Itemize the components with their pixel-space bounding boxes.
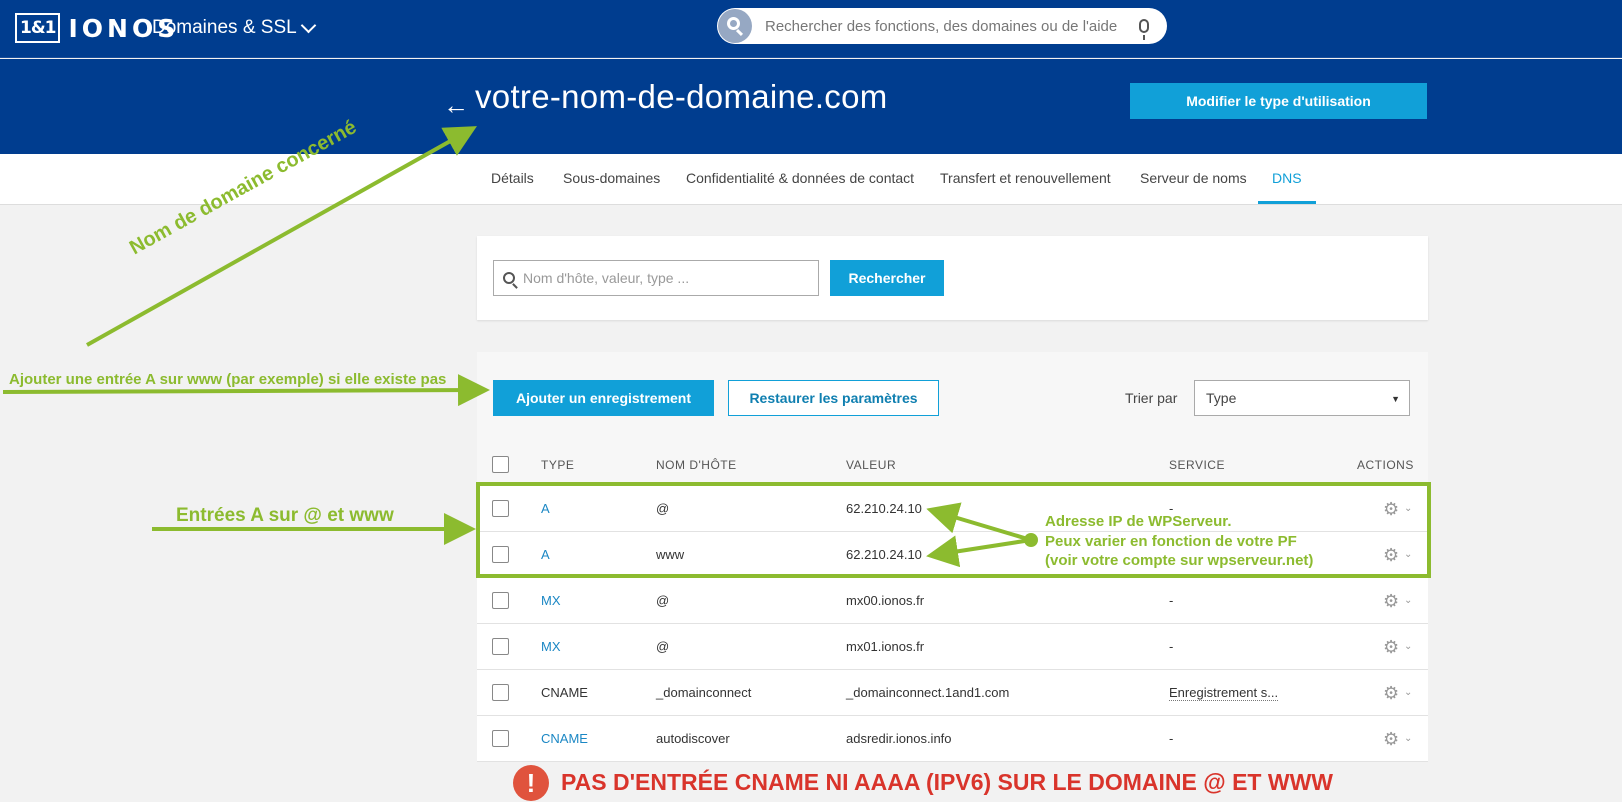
record-hostname: @ [656,639,670,654]
record-value: mx00.ionos.fr [846,593,925,608]
row-checkbox[interactable] [492,730,509,747]
search-icon [503,272,515,284]
caret-down-icon: ▼ [1391,394,1400,404]
gear-icon[interactable]: ⚙ [1383,729,1399,750]
logo-box: 1&1 [15,13,61,43]
tab-details[interactable]: Détails [491,170,534,204]
chevron-down-icon[interactable]: ⌄ [1404,641,1412,652]
annotation-ip-line-2: Peux varier en fonction de votre PF [1045,533,1297,550]
modify-usage-button[interactable]: Modifier le type d'utilisation [1130,83,1427,119]
global-search-placeholder: Rechercher des fonctions, des domaines o… [765,17,1118,35]
host-search-field[interactable] [493,260,819,296]
tab-transfer-renewal[interactable]: Transfert et renouvellement [940,170,1111,204]
column-hostname: NOM D'HÔTE [656,458,737,472]
record-type-link[interactable]: MX [541,639,561,654]
chevron-down-icon[interactable]: ⌄ [1404,595,1412,606]
warning-icon: ! [513,765,549,801]
top-navigation: 1&1 IONOS Domaines & SSL Rechercher des … [0,0,1622,58]
search-icon[interactable] [718,9,752,43]
select-all-checkbox[interactable] [492,456,509,473]
microphone-icon[interactable] [1139,19,1149,40]
arrow-add [2,374,490,407]
row-checkbox[interactable] [492,684,509,701]
record-hostname: autodiscover [656,731,730,746]
chevron-down-icon [300,17,316,33]
annotation-ip-line-1: Adresse IP de WPServeur. [1045,513,1232,530]
gear-icon[interactable]: ⚙ [1383,637,1399,658]
record-value: _domainconnect.1and1.com [846,685,1010,700]
gear-icon[interactable]: ⚙ [1383,683,1399,704]
tab-nameserver[interactable]: Serveur de noms [1140,170,1247,204]
record-type: CNAME [541,685,588,700]
table-row: MX @ mx00.ionos.fr - ⚙ ⌄ [477,578,1428,624]
sort-label: Trier par [1125,390,1178,406]
record-type-link[interactable]: CNAME [541,731,588,746]
global-search[interactable]: Rechercher des fonctions, des domaines o… [717,8,1167,44]
record-service: - [1169,731,1174,746]
sort-select[interactable]: Type ▼ [1194,380,1410,416]
record-type-link[interactable]: MX [541,593,561,608]
column-service: SERVICE [1169,458,1225,472]
annotation-a-entries: Entrées A sur @ et www [176,505,394,526]
row-checkbox[interactable] [492,638,509,655]
table-row: CNAME autodiscover adsredir.ionos.info -… [477,716,1428,762]
record-value: mx01.ionos.fr [846,639,925,654]
sort-value: Type [1206,390,1237,406]
warning-message: PAS D'ENTRÉE CNAME NI AAAA (IPV6) SUR LE… [561,769,1333,795]
record-hostname: @ [656,593,670,608]
record-service[interactable]: Enregistrement s... [1169,685,1279,701]
add-record-button[interactable]: Ajouter un enregistrement [493,380,714,416]
product-menu[interactable]: Domaines & SSL [152,17,316,39]
tab-privacy-contact[interactable]: Confidentialité & données de contact [686,170,914,204]
column-value: VALEUR [846,458,897,472]
chevron-down-icon[interactable]: ⌄ [1404,687,1412,698]
tab-subdomains[interactable]: Sous-domaines [563,170,660,204]
page-title: votre-nom-de-domaine.com [475,78,888,115]
product-label: Domaines & SSL [152,17,297,38]
gear-icon[interactable]: ⚙ [1383,591,1399,612]
column-actions: ACTIONS [1357,458,1414,472]
record-value: adsredir.ionos.info [846,731,952,746]
restore-settings-button[interactable]: Restaurer les paramètres [728,380,939,416]
back-arrow-icon[interactable]: ← [443,90,469,121]
annotation-add-entry: Ajouter une entrée A sur www (par exempl… [9,371,447,388]
tab-dns[interactable]: DNS [1258,170,1316,204]
column-type: TYPE [541,458,575,472]
search-button[interactable]: Rechercher [830,260,944,296]
record-hostname: _domainconnect [656,685,752,700]
row-checkbox[interactable] [492,592,509,609]
table-header: TYPE NOM D'HÔTE VALEUR SERVICE ACTIONS [477,448,1428,482]
table-row: MX @ mx01.ionos.fr - ⚙ ⌄ [477,624,1428,670]
annotation-ip-line-3: (voir votre compte sur wpserveur.net) [1045,552,1314,569]
table-row: CNAME _domainconnect _domainconnect.1and… [477,670,1428,716]
record-service: - [1169,639,1174,654]
record-service: - [1169,593,1174,608]
chevron-down-icon[interactable]: ⌄ [1404,733,1412,744]
host-search-input[interactable] [523,270,803,286]
